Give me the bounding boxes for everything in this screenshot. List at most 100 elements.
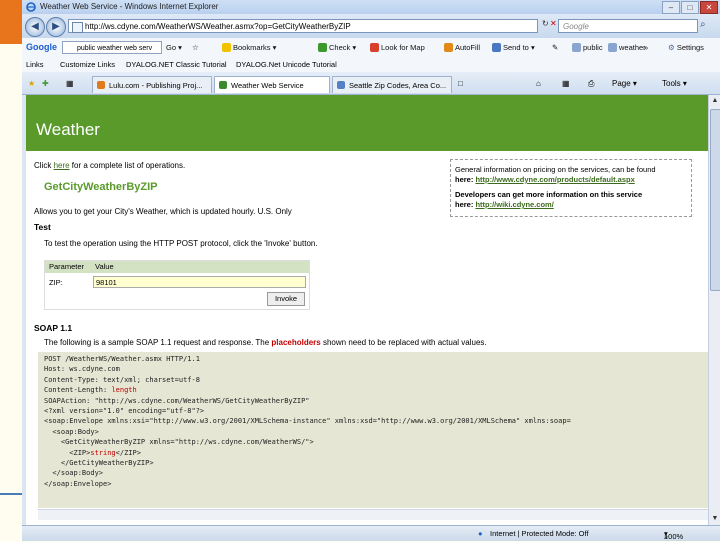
test-instructions: To test the operation using the HTTP POS… — [44, 239, 318, 248]
tab-lulu[interactable]: Lulu.com - Publishing Proj... — [92, 76, 212, 93]
term-weather-button[interactable]: weather — [608, 43, 646, 52]
test-heading: Test — [34, 222, 51, 232]
back-button[interactable]: ◀ — [25, 17, 45, 37]
scroll-down-icon[interactable]: ▼ — [709, 513, 720, 525]
address-url: http://ws.cdyne.com/WeatherWS/Weather.as… — [85, 22, 351, 31]
send-icon — [492, 43, 501, 52]
soap-request-sample: POST /WeatherWS/Weather.asmx HTTP/1.1 Hos… — [38, 352, 708, 508]
print-icon[interactable]: ⎙ — [588, 79, 594, 89]
parameter-table: Parameter Value ZIP: 98101 Invoke — [44, 260, 310, 310]
operations-line: Click here for a complete list of operat… — [34, 161, 186, 170]
status-bar: ● Internet | Protected Mode: Off ⌕ 100% … — [22, 525, 720, 541]
code-horizontal-scrollbar[interactable] — [38, 509, 708, 520]
search-term-icon — [608, 43, 617, 52]
check-icon — [318, 43, 327, 52]
search-icon[interactable]: ⌕ — [700, 19, 706, 30]
operation-title: GetCityWeatherByZIP — [44, 181, 158, 193]
address-toolbar: ◀ ▶ http://ws.cdyne.com/WeatherWS/Weathe… — [22, 14, 720, 38]
info-box: General information on pricing on the se… — [450, 159, 692, 217]
search-box[interactable]: Google — [558, 19, 698, 33]
highlight-icon[interactable]: ✎ — [552, 43, 558, 52]
link-dyalog-unicode[interactable]: DYALOG.Net Unicode Tutorial — [236, 60, 337, 69]
links-label: Links — [26, 60, 44, 69]
code-line: <soap:Body> — [44, 427, 99, 436]
code-line: Host: ws.cdyne.com — [44, 365, 120, 374]
page-icon — [72, 22, 83, 33]
close-button[interactable]: ✕ — [700, 1, 718, 14]
title-bar: Weather Web Service - Windows Internet E… — [22, 0, 720, 14]
bookmark-icon — [222, 43, 231, 52]
code-line: <ZIP>string</ZIP> — [44, 448, 141, 457]
forward-button[interactable]: ▶ — [46, 17, 66, 37]
code-line: Content-Type: text/xml; charset=utf-8 — [44, 375, 200, 384]
stop-icon[interactable]: ✕ — [550, 19, 557, 28]
tools-menu[interactable]: Tools ▾ — [662, 79, 687, 88]
lulu-favicon-icon — [97, 81, 105, 89]
soap-description: The following is a sample SOAP 1.1 reque… — [44, 338, 487, 347]
favorites-star-icon[interactable]: ★ — [28, 79, 35, 88]
info-line-4: here: http://wiki.cdyne.com/ — [455, 200, 554, 209]
check-button[interactable]: Check ▾ — [318, 43, 356, 52]
code-line: </soap:Body> — [44, 469, 104, 478]
info-line-2: here: http://www.cdyne.com/products/defa… — [455, 175, 635, 184]
zoom-level[interactable]: ⌕ 100% ▾ — [664, 529, 683, 541]
minimize-button[interactable]: – — [662, 1, 680, 14]
scroll-thumb[interactable] — [710, 109, 720, 291]
home-icon[interactable]: ⌂ — [536, 79, 541, 88]
go-button[interactable]: Go ▾ — [166, 43, 182, 52]
code-line: <soap:Envelope xmlns:xsi="http://www.w3.… — [44, 417, 571, 426]
window-title: Weather Web Service - Windows Internet E… — [40, 2, 219, 11]
link-dyalog-classic[interactable]: DYALOG.NET Classic Tutorial — [126, 60, 227, 69]
info-line-1: General information on pricing on the se… — [455, 165, 656, 174]
add-favorites-icon[interactable]: ✚ — [42, 79, 49, 88]
slide-margin — [0, 0, 22, 540]
invoke-button[interactable]: Invoke — [267, 292, 305, 306]
code-line: </GetCityWeatherByZIP> — [44, 459, 154, 468]
wiki-link[interactable]: http://wiki.cdyne.com/ — [475, 200, 553, 209]
tab-weather-web-service[interactable]: Weather Web Service — [214, 76, 330, 93]
look-for-map-button[interactable]: Look for Map — [370, 43, 425, 52]
window-controls: – □ ✕ — [662, 1, 718, 14]
slide-divider — [0, 493, 22, 495]
tab-label: Lulu.com - Publishing Proj... — [109, 81, 203, 90]
settings-button[interactable]: ⚙ Settings — [668, 43, 704, 52]
bookmarks-button[interactable]: Bookmarks ▾ — [222, 43, 276, 52]
slide-accent-bar — [0, 0, 22, 44]
products-link[interactable]: http://www.cdyne.com/products/default.as… — [475, 175, 634, 184]
google-search-input[interactable]: public weather web serv — [62, 41, 162, 54]
tab-label: Weather Web Service — [231, 81, 304, 90]
zip-input[interactable]: 98101 — [93, 276, 306, 288]
parameter-table-header: Parameter Value — [45, 261, 309, 273]
address-bar[interactable]: http://ws.cdyne.com/WeatherWS/Weather.as… — [68, 19, 538, 33]
link-customize-links[interactable]: Customize Links — [60, 60, 115, 69]
google-logo: Google — [26, 42, 57, 52]
refresh-icon[interactable]: ↻ — [542, 19, 549, 28]
ie-logo-icon — [26, 2, 36, 12]
maximize-button[interactable]: □ — [681, 1, 699, 14]
page-menu[interactable]: Page ▾ — [612, 79, 637, 88]
seattle-favicon-icon — [337, 81, 345, 89]
value-header: Value — [95, 262, 114, 271]
tab-seattle-zip[interactable]: Seattle Zip Codes, Area Co... — [332, 76, 452, 93]
term-public-button[interactable]: public — [572, 43, 603, 52]
autofill-button[interactable]: AutoFill — [444, 43, 480, 52]
tab-bar: ★ ✚ ▦ Lulu.com - Publishing Proj... Weat… — [22, 72, 720, 95]
new-tab-button[interactable]: □ — [458, 79, 463, 88]
security-zone: Internet | Protected Mode: Off — [490, 529, 589, 538]
scroll-up-icon[interactable]: ▲ — [709, 95, 720, 107]
links-bar: Links Customize Links DYALOG.NET Classic… — [22, 58, 720, 73]
page-banner: Weather — [26, 95, 708, 151]
operations-link[interactable]: here — [54, 161, 70, 170]
code-line: POST /WeatherWS/Weather.asmx HTTP/1.1 — [44, 355, 200, 363]
tab-label: Seattle Zip Codes, Area Co... — [349, 81, 447, 90]
more-button[interactable]: » — [644, 43, 648, 52]
send-to-button[interactable]: Send to ▾ — [492, 43, 535, 52]
zip-label: ZIP: — [49, 278, 63, 287]
tab-list-icon[interactable]: ▦ — [66, 79, 74, 88]
banner-title: Weather — [36, 120, 100, 139]
vertical-scrollbar[interactable]: ▲ ▼ — [708, 95, 720, 525]
globe-icon: ● — [478, 529, 483, 538]
feeds-icon[interactable]: ▦ — [562, 79, 570, 88]
wrench-icon: ⚙ — [668, 43, 675, 52]
star-icon[interactable]: ☆ — [192, 43, 199, 52]
